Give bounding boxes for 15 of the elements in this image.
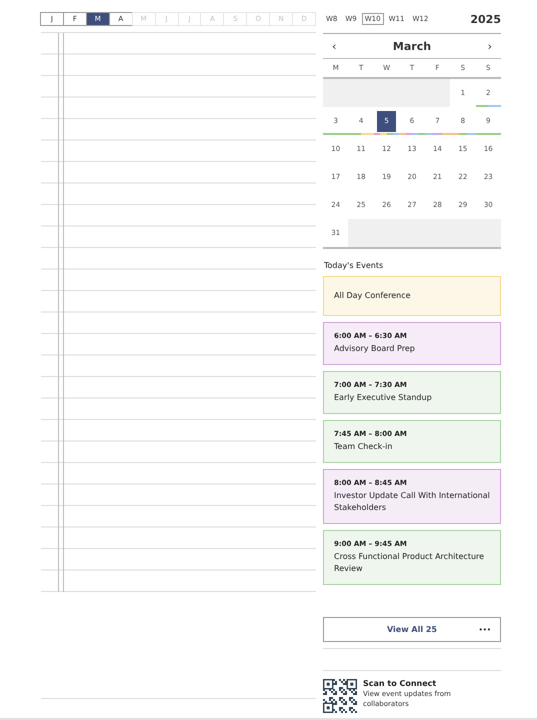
event-title: Early Executive Standup xyxy=(334,392,433,404)
event-title: Investor Update Call With International Stakeholders xyxy=(334,490,490,514)
section-title: Today's Events xyxy=(324,261,384,270)
qr-code-icon xyxy=(323,679,357,713)
event-title: Cross Functional Product Architecture Review xyxy=(334,551,486,575)
year-label: 2025 xyxy=(470,12,501,26)
event-title: Advisory Board Prep xyxy=(334,343,416,355)
event-title: All Day Conference xyxy=(334,290,412,302)
month-title: March xyxy=(392,40,432,52)
event-card[interactable]: All Day Conference xyxy=(323,276,501,316)
qr-title: Scan to Connect xyxy=(363,679,438,688)
next-month-button[interactable]: › xyxy=(488,40,492,52)
previous-month-button[interactable]: ‹ xyxy=(332,40,336,52)
view-all-label: View All 25 xyxy=(387,625,437,634)
event-title: Team Check-in xyxy=(334,441,394,453)
